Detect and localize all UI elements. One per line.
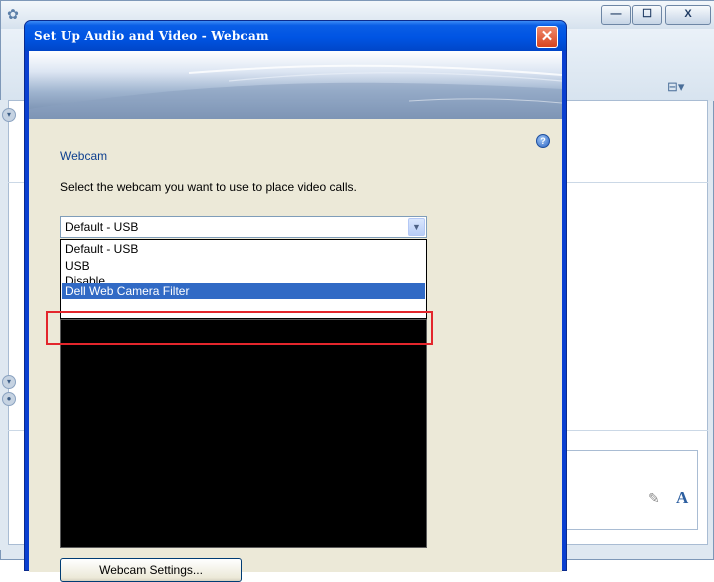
webcam-option-disable[interactable]: Disable xyxy=(62,274,425,283)
webcam-settings-button-label: Webcam Settings... xyxy=(99,563,203,577)
webcam-option-default-usb[interactable]: Default - USB xyxy=(62,242,425,256)
dialog-body: ? Webcam Select the webcam you want to u… xyxy=(29,51,562,582)
font-icon[interactable]: A xyxy=(676,488,694,507)
pen-icon[interactable]: ✎ xyxy=(648,490,666,506)
expand-icon[interactable]: ▾ xyxy=(2,108,16,122)
webcam-option-dell-web-camera-filter[interactable]: Dell Web Camera Filter xyxy=(62,283,425,299)
banner-swoosh xyxy=(29,64,562,119)
webcam-settings-button[interactable]: Webcam Settings... xyxy=(60,558,242,582)
background-left-strip xyxy=(0,100,8,550)
webcam-select-value: Default - USB xyxy=(65,220,139,234)
webcam-select[interactable]: Default - USB ▼ xyxy=(60,216,427,238)
chevron-down-icon[interactable]: ▼ xyxy=(408,218,425,236)
contacts-menu-icon[interactable]: ⊟▾ xyxy=(667,79,707,97)
section-heading: Webcam xyxy=(60,149,108,163)
setup-audio-video-dialog: Set Up Audio and Video - Webcam ✕ ? Webc… xyxy=(24,20,567,582)
instructions-text: Select the webcam you want to use to pla… xyxy=(60,180,357,194)
webcam-option-usb[interactable]: USB xyxy=(62,259,425,273)
dialog-title-bar[interactable]: Set Up Audio and Video - Webcam ✕ xyxy=(25,21,566,51)
webcam-icon[interactable]: ● xyxy=(2,392,16,406)
collapse-icon[interactable]: ▾ xyxy=(2,375,16,389)
dialog-title: Set Up Audio and Video - Webcam xyxy=(34,29,269,43)
close-button[interactable]: X xyxy=(665,5,711,25)
webcam-options-list: Default - USB USB Disable Dell Web Camer… xyxy=(60,239,427,319)
maximize-button[interactable]: ☐ xyxy=(632,5,662,25)
minimize-button[interactable]: — xyxy=(601,5,631,25)
video-preview xyxy=(60,319,427,548)
messenger-icon: ✿ xyxy=(7,6,19,22)
dialog-banner xyxy=(29,51,562,119)
dialog-close-button[interactable]: ✕ xyxy=(536,26,558,48)
help-icon[interactable]: ? xyxy=(536,134,550,148)
highlight-box xyxy=(46,311,433,345)
